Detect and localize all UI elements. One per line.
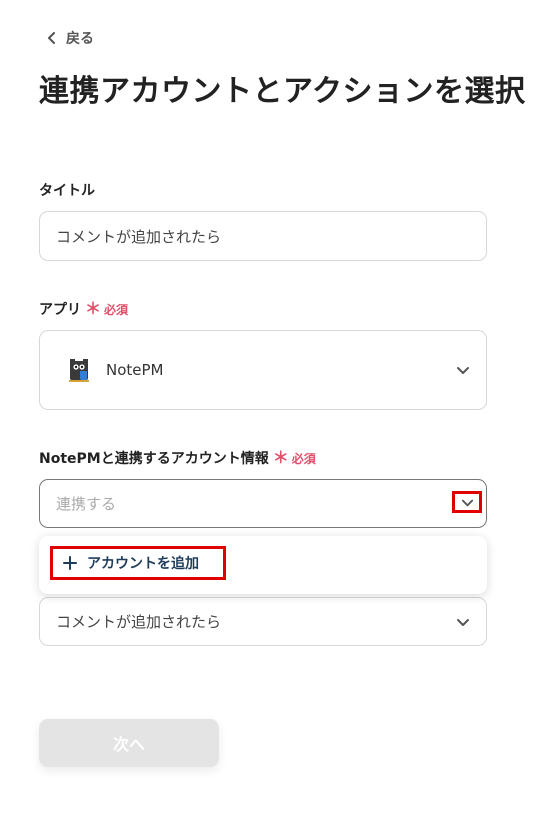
add-account-button[interactable]: アカウントを追加 <box>50 546 226 580</box>
plus-icon <box>63 556 77 570</box>
back-link[interactable]: 戻る <box>46 28 94 48</box>
chevron-down-icon <box>461 499 473 506</box>
app-label-text: アプリ <box>39 302 81 318</box>
required-asterisk: ＊ <box>85 299 102 318</box>
notepm-logo-icon <box>69 359 89 382</box>
required-text: 必須 <box>291 451 316 466</box>
account-dropdown-toggle[interactable] <box>452 491 482 513</box>
app-select-value: NotePM <box>106 361 164 379</box>
app-select[interactable]: NotePM <box>39 330 487 410</box>
next-button-label: 次へ <box>112 735 145 754</box>
required-asterisk: ＊ <box>272 448 289 467</box>
add-account-label: アカウントを追加 <box>87 556 199 572</box>
account-dropdown-menu: アカウントを追加 <box>39 536 487 594</box>
chevron-left-icon <box>48 32 55 44</box>
title-label-text: タイトル <box>39 183 95 199</box>
app-label: アプリ ＊ 必須 <box>39 299 128 319</box>
required-text: 必須 <box>104 302 129 317</box>
back-label: 戻る <box>66 31 94 47</box>
chevron-down-icon <box>457 367 469 374</box>
account-label-text: NotePMと連携するアカウント情報 <box>39 451 269 467</box>
trigger-select[interactable]: コメントが追加されたら <box>39 597 487 646</box>
chevron-down-icon <box>457 618 469 626</box>
account-select[interactable]: 連携する <box>39 479 487 528</box>
next-button[interactable]: 次へ <box>39 719 219 767</box>
page-title: 連携アカウントとアクションを選択 <box>39 74 526 109</box>
account-select-placeholder: 連携する <box>56 495 117 513</box>
required-badge: ＊ 必須 <box>273 450 316 467</box>
account-label: NotePMと連携するアカウント情報 ＊ 必須 <box>39 448 316 468</box>
title-label: タイトル <box>39 180 95 200</box>
title-input-value: コメントが追加されたら <box>56 227 222 246</box>
required-badge: ＊ 必須 <box>85 301 128 318</box>
trigger-select-value: コメントが追加されたら <box>56 613 222 631</box>
title-input[interactable]: コメントが追加されたら <box>39 211 487 261</box>
